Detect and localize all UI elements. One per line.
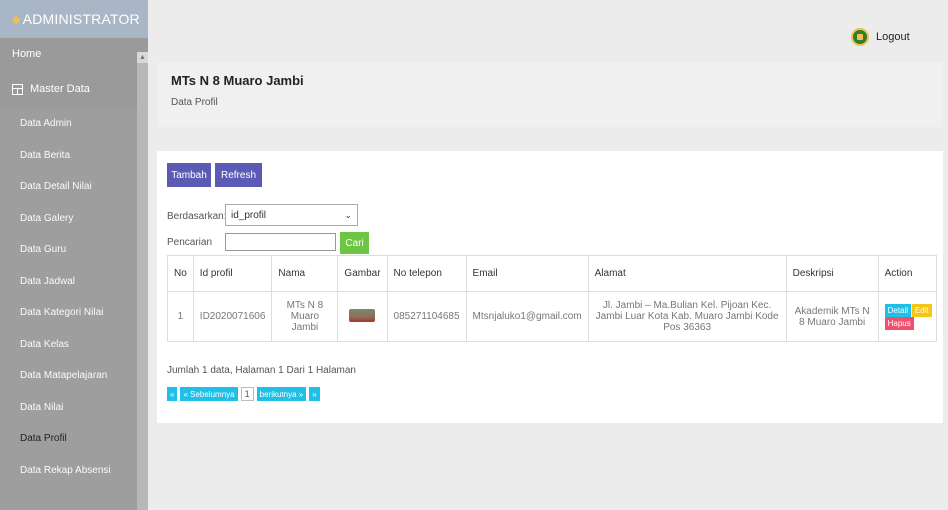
first-page-button[interactable]: « — [167, 387, 178, 401]
cell-alamat: Jl. Jambi – Ma.Bulian Kel. Pijoan Kec. J… — [587, 291, 787, 342]
column-header: Deskripsi — [785, 255, 879, 292]
column-header: No telepon — [386, 255, 467, 292]
column-header: Email — [465, 255, 589, 292]
school-logo-icon — [851, 28, 869, 46]
brand-label: ADMINISTRATOR — [22, 11, 140, 27]
last-page-button[interactable]: » — [309, 387, 320, 401]
current-page-number[interactable]: 1 — [240, 387, 254, 401]
topbar: Logout — [148, 0, 948, 52]
sidebar-item-label: Data Berita — [20, 149, 71, 161]
sidebar-item-label: Data Kategori Nilai — [20, 307, 104, 319]
pagination-summary: Jumlah 1 data, Halaman 1 Dari 1 Halaman — [167, 365, 356, 376]
search-input[interactable] — [225, 233, 336, 251]
profile-thumbnail[interactable] — [349, 308, 376, 322]
edit-button[interactable]: Edit — [911, 303, 932, 317]
content-panel: Tambah Refresh Berdasarkan: id_profil ⌄ … — [157, 151, 943, 423]
sidebar-item-label: Data Matapelajaran — [20, 370, 108, 382]
sidebar-item-label: Data Rekap Absensi — [20, 464, 111, 476]
cell-id-profil: ID2020071606 — [192, 291, 273, 342]
sidebar-item-data-guru[interactable]: Data Guru — [0, 234, 148, 266]
prev-page-button[interactable]: « Sebelumnya — [180, 387, 238, 401]
sidebar-item-data-galery[interactable]: Data Galery — [0, 203, 148, 235]
sidebar-item-data-detail-nilai[interactable]: Data Detail Nilai — [0, 171, 148, 203]
sidebar-item-data-rekap-absensi[interactable]: Data Rekap Absensi — [0, 455, 148, 487]
page-header: MTs N 8 Muaro Jambi Data Profil — [157, 62, 943, 127]
sidebar-item-label: Data Nilai — [20, 401, 64, 413]
table-header-row: No Id profil Nama Gambar No telepon Emai… — [167, 255, 938, 292]
column-header: Alamat — [587, 255, 787, 292]
sidebar-item-label: Data Kelas — [20, 338, 69, 350]
sidebar-item-label: Data Detail Nilai — [20, 181, 92, 193]
sidebar-item-label: Data Galery — [20, 212, 74, 224]
column-header: No — [167, 255, 194, 292]
berdasarkan-select[interactable]: id_profil ⌄ — [225, 204, 358, 226]
column-header: Gambar — [337, 255, 388, 292]
cari-button[interactable]: Cari — [340, 232, 369, 254]
cell-nama: MTs N 8 Muaro Jambi — [271, 291, 339, 342]
hapus-button[interactable]: Hapus — [884, 316, 914, 330]
refresh-button[interactable]: Refresh — [215, 163, 262, 187]
sidebar-item-label: Data Jadwal — [20, 275, 76, 287]
logout-link[interactable]: Logout — [876, 31, 910, 43]
cell-deskripsi: Akademik MTs N 8 Muaro Jambi — [785, 291, 879, 342]
sidebar-item-data-berita[interactable]: Data Berita — [0, 140, 148, 172]
next-page-button[interactable]: berikutnya » — [256, 387, 307, 401]
sidebar-submenu: Data Admin Data Berita Data Detail Nilai… — [0, 108, 148, 486]
column-header: Action — [877, 255, 938, 292]
table-row: 1 ID2020071606 MTs N 8 Muaro Jambi 08527… — [167, 291, 938, 342]
cell-email: Mtsnjaluko1@gmail.com — [465, 291, 589, 342]
sidebar-item-data-kelas[interactable]: Data Kelas — [0, 329, 148, 361]
sidebar-item-label: Data Guru — [20, 244, 67, 256]
chevron-down-icon: ⌄ — [344, 210, 352, 220]
pagination: « « Sebelumnya 1 berikutnya » » — [167, 387, 320, 401]
cell-action: Detail Edit Hapus — [877, 291, 938, 342]
sidebar-item-data-admin[interactable]: Data Admin — [0, 108, 148, 140]
cell-gambar — [337, 291, 388, 342]
sidebar-item-label: Home — [12, 48, 42, 60]
sidebar-item-data-profil[interactable]: Data Profil — [0, 423, 148, 455]
sidebar-item-data-jadwal[interactable]: Data Jadwal — [0, 266, 148, 298]
sidebar-item-data-kategori-nilai[interactable]: Data Kategori Nilai — [0, 297, 148, 329]
table-icon — [12, 83, 23, 95]
sidebar-item-data-nilai[interactable]: Data Nilai — [0, 392, 148, 424]
tambah-button[interactable]: Tambah — [167, 163, 211, 187]
sidebar-item-home[interactable]: Home — [0, 38, 148, 70]
berdasarkan-value: id_profil — [231, 209, 267, 221]
sidebar-item-label: Master Data — [30, 83, 90, 95]
page-subtitle: Data Profil — [171, 97, 218, 108]
profil-table: No Id profil Nama Gambar No telepon Emai… — [167, 255, 938, 342]
brand-icon: ◆ — [12, 13, 21, 26]
scroll-up-icon[interactable]: ▲ — [137, 52, 148, 63]
sidebar-item-label: Data Admin — [20, 118, 72, 130]
pencarian-label: Pencarian — [167, 237, 213, 248]
sidebar-item-data-matapelajaran[interactable]: Data Matapelajaran — [0, 360, 148, 392]
cell-telepon: 085271104685 — [386, 291, 467, 342]
sidebar: ◆ ADMINISTRATOR Home Master Data Data Ad… — [0, 0, 148, 510]
sidebar-item-label: Data Profil — [20, 433, 67, 445]
detail-button[interactable]: Detail — [884, 303, 912, 317]
berdasarkan-label: Berdasarkan: — [167, 211, 227, 222]
brand[interactable]: ◆ ADMINISTRATOR — [0, 0, 148, 38]
page-title: MTs N 8 Muaro Jambi — [171, 73, 304, 88]
sidebar-item-master-data[interactable]: Master Data — [0, 70, 148, 108]
sidebar-scrollbar[interactable]: ▲ — [137, 52, 148, 510]
cell-no: 1 — [167, 291, 194, 342]
column-header: Nama — [271, 255, 339, 292]
column-header: Id profil — [192, 255, 273, 292]
